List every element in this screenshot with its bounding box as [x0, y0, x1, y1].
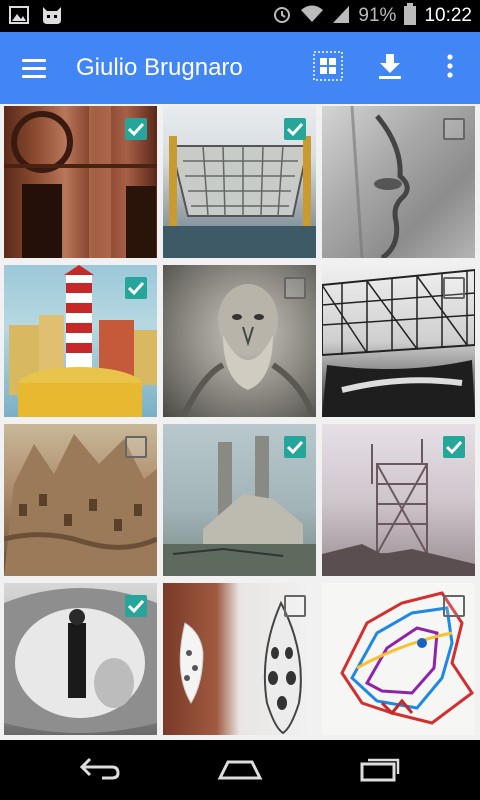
menu-button[interactable]	[12, 46, 56, 90]
item-checkbox[interactable]	[125, 595, 147, 617]
item-checkbox[interactable]	[284, 277, 306, 299]
recents-button[interactable]	[340, 746, 420, 794]
gallery-item-carved-facade[interactable]	[4, 106, 157, 258]
battery-percent: 91%	[358, 5, 397, 26]
image-notification-icon	[8, 4, 30, 31]
download-button[interactable]	[368, 46, 412, 90]
gallery-item-futuristic-interior[interactable]	[4, 583, 157, 735]
signal-icon	[332, 4, 350, 29]
item-checkbox[interactable]	[443, 277, 465, 299]
home-button[interactable]	[200, 746, 280, 794]
gallery-item-radio-tower[interactable]	[322, 424, 475, 576]
item-checkbox[interactable]	[284, 595, 306, 617]
item-checkbox[interactable]	[125, 436, 147, 458]
image-grid	[0, 104, 480, 740]
alarm-icon	[272, 4, 292, 29]
gallery-item-ship-hull[interactable]	[163, 106, 316, 258]
gallery-item-twin-chimneys[interactable]	[163, 424, 316, 576]
gallery-item-fantastic-city[interactable]	[4, 424, 157, 576]
item-checkbox[interactable]	[125, 118, 147, 140]
grid-view-icon	[313, 50, 343, 86]
cyanogen-notification-icon	[40, 4, 64, 31]
back-icon	[78, 756, 122, 785]
home-icon	[216, 756, 264, 785]
clock: 10:22	[424, 5, 472, 26]
item-checkbox[interactable]	[443, 118, 465, 140]
download-icon	[377, 52, 403, 85]
gallery-item-colorful-wolf[interactable]	[322, 583, 475, 735]
menu-icon	[22, 58, 46, 62]
gallery-item-bearded-bust[interactable]	[163, 265, 316, 417]
wifi-icon	[300, 4, 324, 29]
back-button[interactable]	[60, 746, 140, 794]
item-checkbox[interactable]	[443, 595, 465, 617]
item-checkbox[interactable]	[443, 436, 465, 458]
app-bar: Giulio Brugnaro	[0, 32, 480, 104]
item-checkbox[interactable]	[284, 118, 306, 140]
item-checkbox[interactable]	[284, 436, 306, 458]
navigation-bar	[0, 740, 480, 800]
gallery-item-stone-face[interactable]	[322, 106, 475, 258]
status-bar: 91% 10:22	[0, 0, 480, 32]
more-vert-icon	[446, 53, 454, 83]
more-options-button[interactable]	[428, 46, 472, 90]
recents-icon	[358, 754, 402, 787]
page-title: Giulio Brugnaro	[76, 54, 243, 81]
grid-view-button[interactable]	[306, 46, 350, 90]
item-checkbox[interactable]	[125, 277, 147, 299]
gallery-item-steel-truss[interactable]	[322, 265, 475, 417]
gallery-item-lattice-earring[interactable]	[163, 583, 316, 735]
gallery-item-striped-tower[interactable]	[4, 265, 157, 417]
battery-icon	[404, 2, 417, 30]
